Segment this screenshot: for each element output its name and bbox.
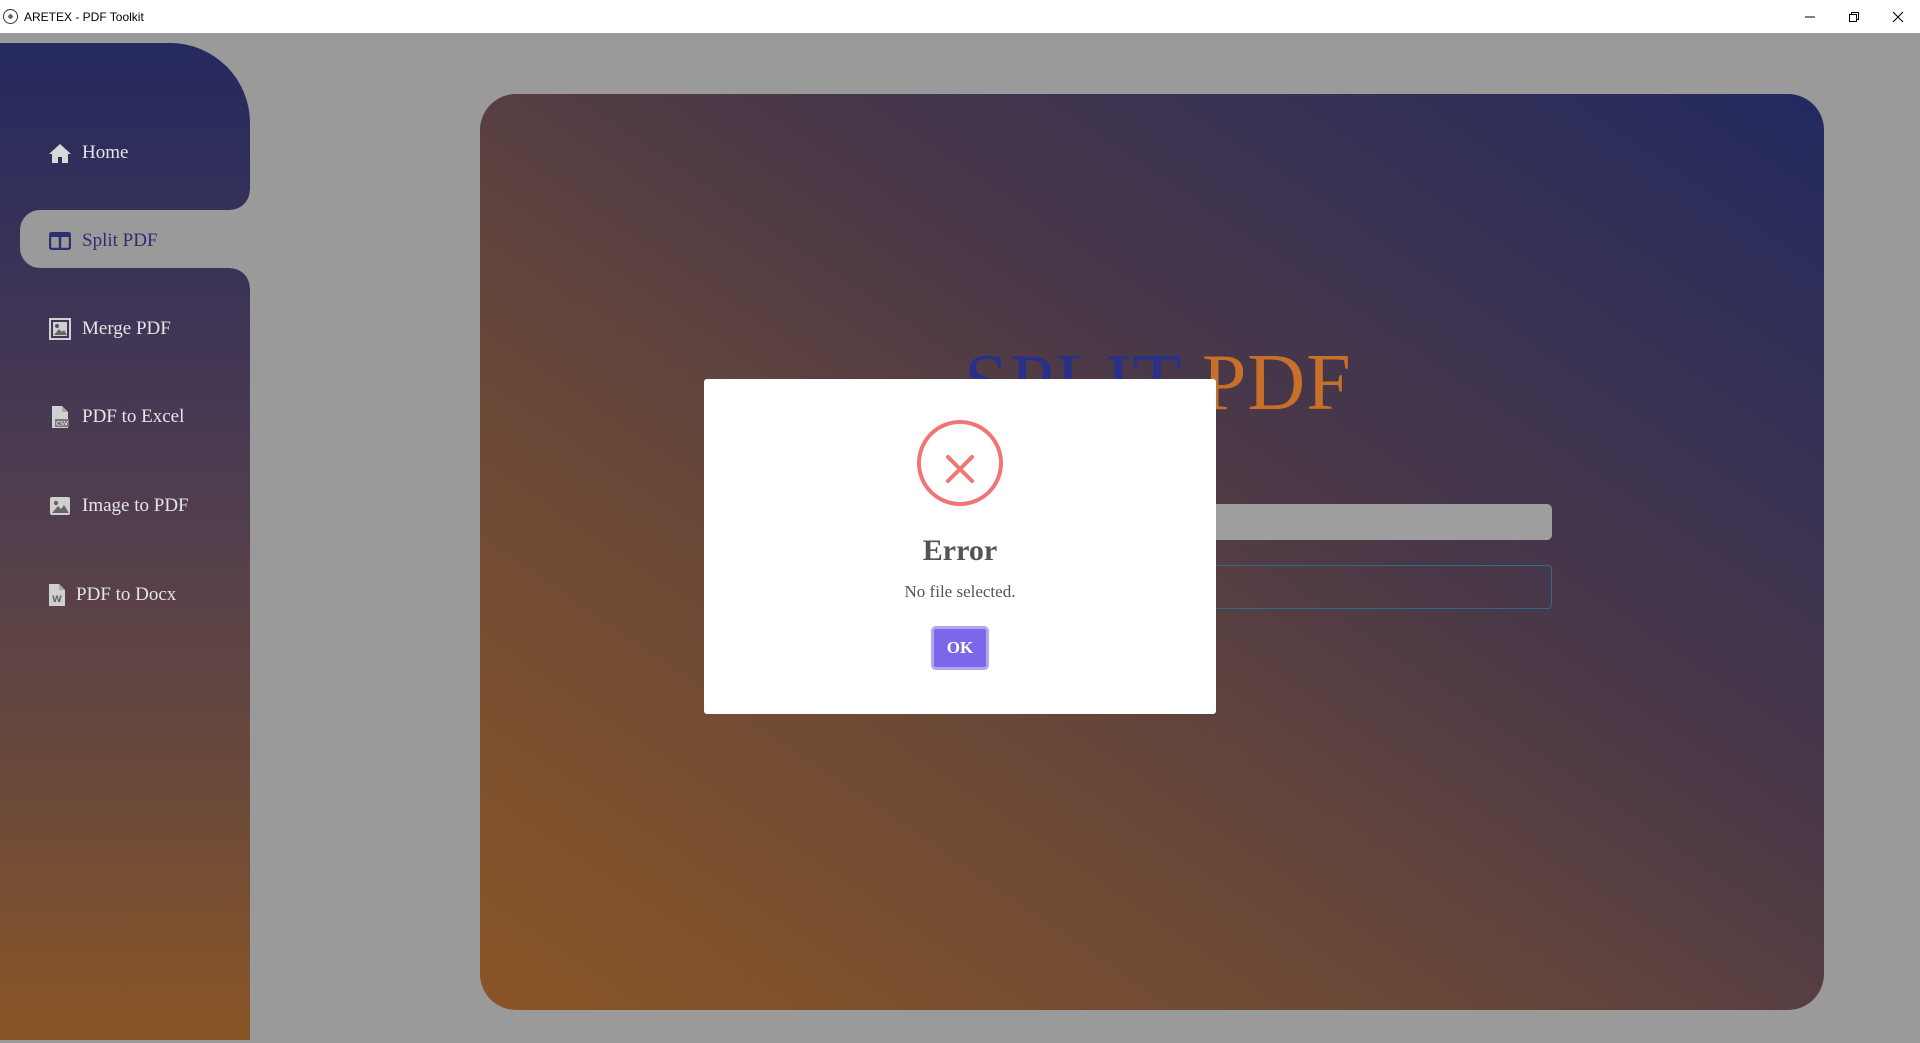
close-icon [1892, 11, 1904, 22]
sidebar: Home Split PDF Merge PDF CSV PDF to Exce… [0, 43, 250, 1040]
home-icon [48, 141, 72, 165]
word-file-icon: W [48, 583, 66, 607]
sidebar-item-label: Image to PDF [82, 495, 189, 516]
title-bar: ARETEX - PDF Toolkit [0, 0, 1920, 33]
ok-button[interactable]: OK [931, 626, 989, 670]
sidebar-item-label: Split PDF [82, 230, 158, 251]
close-button[interactable] [1876, 0, 1920, 33]
file-path-field[interactable] [1160, 504, 1552, 540]
sidebar-item-pdf-to-excel[interactable]: CSV PDF to Excel [48, 405, 184, 429]
sidebar-item-image-to-pdf[interactable]: Image to PDF [48, 494, 189, 518]
window-controls [1788, 0, 1920, 33]
page-range-input[interactable] [1160, 565, 1552, 609]
split-columns-icon [48, 229, 72, 253]
dialog-title: Error [922, 534, 998, 567]
merge-image-icon [48, 317, 72, 341]
sidebar-item-home[interactable]: Home [48, 141, 128, 165]
sidebar-item-split-pdf[interactable]: Split PDF [48, 229, 158, 253]
sidebar-item-label: PDF to Docx [76, 584, 177, 605]
restore-icon [1849, 11, 1859, 22]
sidebar-item-label: PDF to Excel [82, 406, 185, 427]
sidebar-item-pdf-to-docx[interactable]: W PDF to Docx [48, 583, 176, 607]
dialog-message: No file selected. [904, 582, 1016, 601]
error-dialog: Error No file selected. OK [704, 379, 1216, 714]
sidebar-item-label: Home [82, 142, 129, 163]
image-icon [48, 494, 72, 518]
window-title: ARETEX - PDF Toolkit [24, 9, 144, 24]
csv-file-icon: CSV [48, 405, 72, 429]
minimize-button[interactable] [1788, 0, 1832, 33]
svg-text:W: W [52, 595, 62, 605]
svg-text:CSV: CSV [56, 421, 69, 428]
error-x-icon [916, 419, 1004, 512]
app-logo-icon [3, 9, 18, 24]
minimize-icon [1805, 16, 1815, 17]
sidebar-item-label: Merge PDF [82, 318, 171, 339]
page-title-part2: PDF [1201, 339, 1352, 427]
restore-button[interactable] [1832, 0, 1876, 33]
sidebar-item-merge-pdf[interactable]: Merge PDF [48, 317, 171, 341]
